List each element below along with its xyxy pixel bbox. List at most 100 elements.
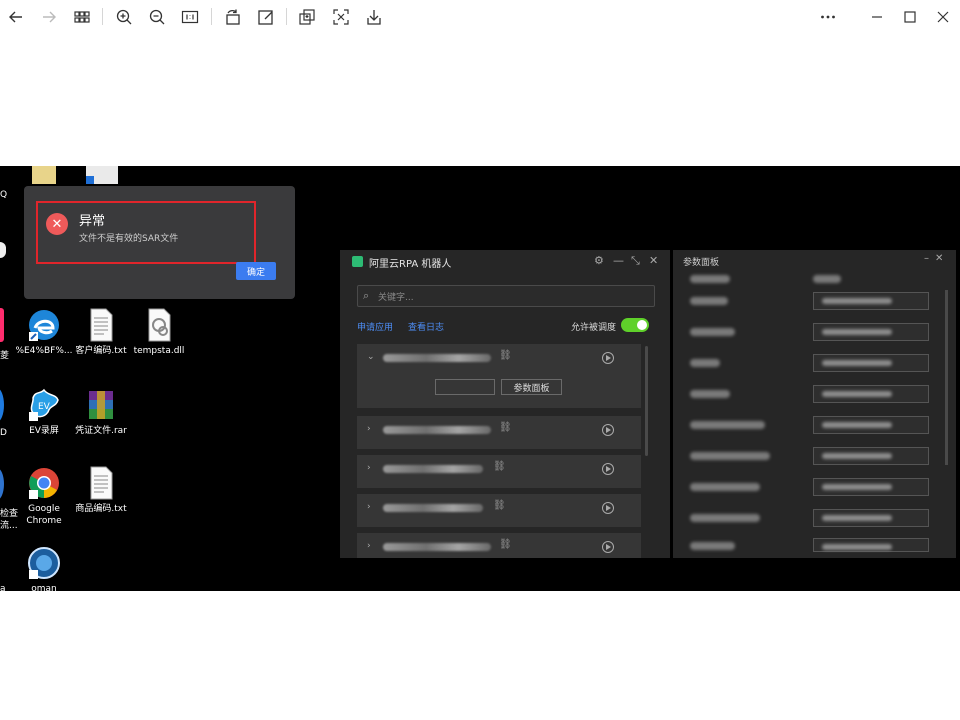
rotate-icon[interactable] — [222, 6, 244, 28]
fit-icon[interactable] — [330, 6, 352, 28]
list-item[interactable]: › ⛓ — [357, 416, 641, 449]
scrollbar[interactable] — [945, 290, 948, 465]
blurred-action-button[interactable] — [435, 379, 495, 395]
param-field[interactable] — [813, 323, 929, 341]
play-icon[interactable] — [602, 424, 614, 436]
param-field[interactable] — [813, 478, 929, 496]
forward-icon[interactable] — [38, 6, 60, 28]
zoom-out-icon[interactable] — [146, 6, 168, 28]
rpa-window-title: 阿里云RPA 机器人 — [369, 259, 452, 270]
desktop-icon-oman[interactable]: oman — [14, 546, 74, 591]
edge-icon — [27, 308, 61, 342]
play-icon[interactable] — [602, 502, 614, 514]
edit-icon[interactable] — [255, 6, 277, 28]
rpa-logo-icon — [352, 256, 363, 267]
download-icon[interactable] — [363, 6, 385, 28]
minimize-icon[interactable]: — — [613, 254, 624, 267]
param-field[interactable] — [813, 385, 929, 403]
pin-icon[interactable]: ⤡ — [631, 254, 640, 268]
list-item[interactable]: › ⛓ — [357, 494, 641, 527]
svg-text:EV: EV — [38, 402, 51, 412]
actual-size-icon[interactable] — [179, 6, 201, 28]
link-icon[interactable]: ⛓ — [499, 350, 512, 361]
apply-app-link[interactable]: 申请应用 — [357, 320, 393, 333]
param-label-blurred — [690, 542, 735, 550]
maximize-icon[interactable] — [899, 6, 921, 28]
param-field[interactable] — [813, 447, 929, 465]
more-icon[interactable] — [817, 6, 839, 28]
desktop-icon-product-codes[interactable]: 商品编码.txt — [71, 466, 131, 515]
chevron-right-icon[interactable]: › — [367, 502, 371, 512]
param-panel-button[interactable]: 参数面板 — [501, 379, 562, 395]
param-label-blurred — [690, 421, 765, 429]
chevron-right-icon[interactable]: › — [367, 424, 371, 434]
play-icon[interactable] — [602, 352, 614, 364]
process-list: ⌄ ⛓ 参数面板 › ⛓ › ⛓ › ⛓ › ⛓ — [357, 344, 641, 558]
list-item[interactable]: › ⛓ — [357, 533, 641, 558]
param-label-blurred — [690, 390, 730, 398]
play-icon[interactable] — [602, 463, 614, 475]
link-icon[interactable]: ⛓ — [499, 539, 512, 550]
view-log-link[interactable]: 查看日志 — [408, 320, 444, 333]
list-item[interactable]: ⌄ ⛓ 参数面板 — [357, 344, 641, 408]
param-field[interactable] — [813, 509, 929, 527]
partial-app-icon — [0, 388, 4, 422]
param-label-blurred — [690, 297, 728, 305]
param-field[interactable] — [813, 292, 929, 310]
grid-icon[interactable] — [71, 6, 93, 28]
close-icon[interactable]: ✕ — [935, 253, 943, 264]
settings-icon[interactable]: ⚙ — [594, 254, 604, 267]
param-field[interactable] — [813, 416, 929, 434]
dll-file-icon — [142, 308, 176, 342]
desktop-icon-google-chrome[interactable]: Google Chrome — [14, 466, 74, 527]
search-input[interactable]: ⌕ 关键字... — [357, 285, 655, 307]
param-field[interactable] — [813, 354, 929, 372]
close-icon[interactable] — [932, 6, 954, 28]
desktop-icon-ev-recorder[interactable]: EV EV录屏 — [14, 388, 74, 437]
chevron-right-icon[interactable]: › — [367, 541, 371, 551]
ok-button[interactable]: 确定 — [236, 262, 276, 280]
list-item[interactable]: › ⛓ — [357, 455, 641, 488]
param-label-blurred — [690, 514, 760, 522]
minimize-icon[interactable] — [866, 6, 888, 28]
desktop-icon-customer-codes[interactable]: 客户编码.txt — [71, 308, 131, 357]
process-name-blurred — [383, 426, 491, 434]
desktop-icon-edge-link[interactable]: %E4%BF%... — [14, 308, 74, 357]
scrollbar[interactable] — [645, 346, 648, 456]
param-label-blurred — [690, 328, 735, 336]
link-icon[interactable]: ⛓ — [499, 422, 512, 433]
minimize-icon[interactable]: – — [924, 253, 929, 264]
zoom-in-icon[interactable] — [113, 6, 135, 28]
back-icon[interactable] — [5, 6, 27, 28]
left-edge-label: Q — [0, 190, 8, 200]
viewer-toolbar — [0, 0, 960, 33]
link-icon[interactable]: ⛓ — [493, 461, 506, 472]
param-field[interactable] — [813, 538, 929, 552]
allow-schedule-label: 允许被调度 — [571, 323, 617, 333]
error-dialog: ✕ 异常 文件不是有效的SAR文件 确定 — [24, 186, 295, 299]
ev-recorder-icon: EV — [27, 388, 61, 422]
close-icon[interactable]: ✕ — [649, 254, 658, 267]
param-label-blurred — [690, 275, 730, 283]
copy-icon[interactable] — [296, 6, 318, 28]
chrome-icon — [27, 466, 61, 500]
left-edge-label: 菱 — [0, 351, 10, 361]
play-icon[interactable] — [602, 541, 614, 553]
link-icon[interactable]: ⛓ — [493, 500, 506, 511]
param-panel-title: 参数面板 — [683, 258, 720, 268]
desktop-icon-tempsta-dll[interactable]: tempsta.dll — [129, 308, 189, 357]
allow-schedule-toggle[interactable] — [621, 318, 649, 332]
process-name-blurred — [383, 543, 491, 551]
process-name-blurred — [383, 504, 483, 512]
desktop-icon-voucher-rar[interactable]: 凭证文件.rar — [71, 388, 131, 437]
image-canvas: Q 菱 %E4%BF%... 客户编码.txt tempsta.dll D EV… — [0, 166, 960, 591]
partial-app-icon — [0, 308, 4, 342]
rpa-window: 阿里云RPA 机器人 ⚙ — ⤡ ✕ ⌕ 关键字... 申请应用 查看日志 允许… — [340, 250, 670, 558]
folder-icon — [32, 166, 56, 184]
dialog-title: 异常 — [79, 214, 106, 229]
chevron-right-icon[interactable]: › — [367, 463, 371, 473]
rpa-titlebar: 阿里云RPA 机器人 ⚙ — ⤡ ✕ — [340, 250, 670, 272]
text-file-icon — [84, 308, 118, 342]
chevron-down-icon[interactable]: ⌄ — [367, 352, 375, 362]
left-edge-label: D — [0, 428, 7, 438]
